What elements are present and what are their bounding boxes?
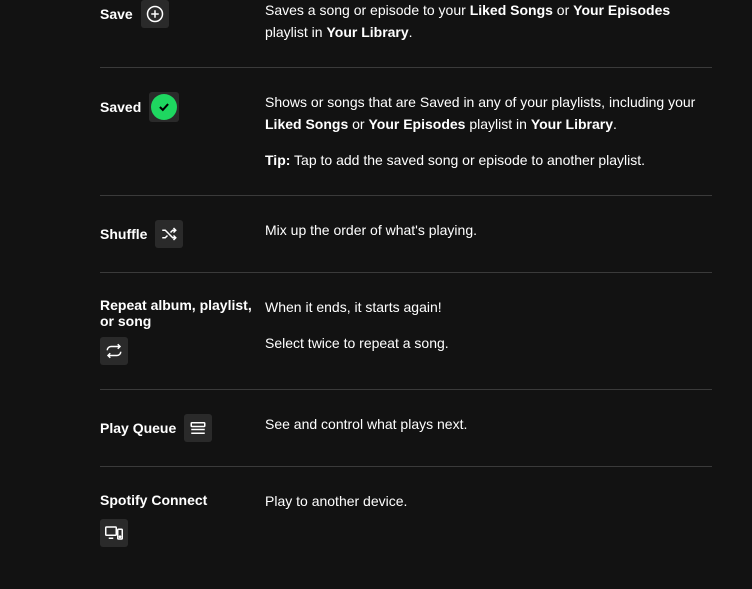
row-left: Play Queue	[100, 414, 265, 442]
repeat-icon	[100, 337, 128, 365]
shuffle-icon	[155, 220, 183, 248]
desc-text: Shows or songs that are Saved in any of …	[265, 92, 712, 135]
desc-text-2: Select twice to repeat a song.	[265, 333, 712, 355]
desc-text: Saves a song or episode to your Liked So…	[265, 0, 712, 43]
check-circle-green-icon	[149, 92, 179, 122]
connect-icon	[100, 519, 128, 547]
shuffle-icon	[155, 220, 183, 248]
row-description: Saves a song or episode to your Liked So…	[265, 0, 712, 43]
queue-icon	[184, 414, 212, 442]
desc-text: When it ends, it starts again!	[265, 297, 712, 319]
row-left: Saved	[100, 92, 265, 171]
row-label: Play Queue	[100, 420, 176, 436]
row-left: Shuffle	[100, 220, 265, 248]
queue-icon	[184, 414, 212, 442]
desc-text: Play to another device.	[265, 491, 712, 513]
row-label: Shuffle	[100, 226, 147, 242]
row-left: Repeat album, playlist, or song	[100, 297, 265, 365]
repeat-icon	[100, 337, 128, 365]
feature-row: Shuffle Mix up the order of what's playin…	[100, 196, 712, 273]
row-label: Save	[100, 6, 133, 22]
row-label: Repeat album, playlist, or song	[100, 297, 265, 329]
desc-text: Mix up the order of what's playing.	[265, 220, 712, 242]
desc-text-2: Tip: Tap to add the saved song or episod…	[265, 150, 712, 172]
row-description: Play to another device.	[265, 491, 712, 547]
row-left: Spotify Connect	[100, 491, 265, 547]
feature-row: Spotify ConnectPlay to another device.	[100, 467, 712, 571]
plus-circle-icon	[141, 0, 169, 28]
feature-row: Save Saves a song or episode to your Like…	[100, 0, 712, 68]
row-description: See and control what plays next.	[265, 414, 712, 442]
feature-row: Repeat album, playlist, or songWhen it e…	[100, 273, 712, 390]
row-description: Mix up the order of what's playing.	[265, 220, 712, 248]
row-label: Spotify Connect	[100, 491, 265, 511]
desc-text: See and control what plays next.	[265, 414, 712, 436]
feature-row: Play Queue See and control what plays nex…	[100, 390, 712, 467]
row-label: Saved	[100, 99, 141, 115]
row-description: When it ends, it starts again! Select twi…	[265, 297, 712, 365]
connect-icon	[100, 519, 265, 547]
plus-circle-icon	[141, 0, 169, 28]
row-description: Shows or songs that are Saved in any of …	[265, 92, 712, 171]
row-left: Save	[100, 0, 265, 43]
feature-row: Saved Shows or songs that are Saved in an…	[100, 68, 712, 196]
